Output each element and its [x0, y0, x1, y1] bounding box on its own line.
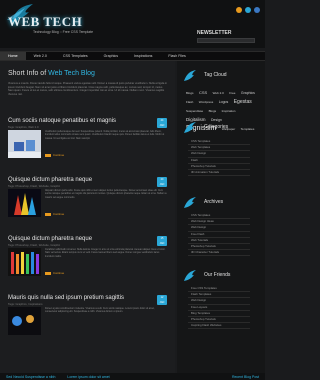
archive-link[interactable]: 3D Character Tutorials: [188, 250, 250, 257]
tag-link[interactable]: Blogs: [209, 109, 217, 113]
post-date-badge: 12 JAN: [157, 295, 167, 305]
post-date-badge: 20 JAN: [157, 177, 167, 187]
header: WEB TECH Technology Blog :: Free CSS Tem…: [0, 0, 265, 48]
post-date-month: JAN: [159, 242, 165, 245]
footer: Sed Neccid Suspendisse a nibh Lorem ipsu…: [0, 373, 265, 380]
blog-post: Cum sociis natoque penatibus et magnis T…: [8, 118, 168, 158]
categories-title: Categories: [204, 124, 229, 130]
post-thumbnail[interactable]: [8, 130, 41, 158]
blog-post: Quisque dictum pharetra neque Tags: Phot…: [8, 236, 168, 276]
site-logo[interactable]: WEB TECH: [8, 14, 82, 30]
post-thumbnail[interactable]: [8, 189, 41, 217]
intro-text: Vivamus a mauris. Donec iaculis felis id…: [8, 82, 168, 96]
main-nav: Home Web 2.0 CSS Templates Graphics Insp…: [0, 51, 265, 61]
tag-link[interactable]: Logos: [219, 100, 229, 104]
post-meta: Tags: Graphics, Web 2.0: [8, 125, 39, 129]
nav-inspirations[interactable]: Inspirations: [126, 52, 160, 60]
tag-link[interactable]: Inspiration: [222, 109, 236, 113]
footer-link[interactable]: Sed Neccid Suspendisse a nibh: [0, 375, 61, 379]
footer-link[interactable]: Recent Blog Post: [226, 375, 265, 379]
nav-css-templates[interactable]: CSS Templates: [55, 52, 96, 60]
tag-link[interactable]: Web 2.0: [213, 91, 224, 95]
tag-link[interactable]: Wordpress: [199, 100, 213, 104]
friends-title: Our Friends: [204, 272, 231, 278]
nav-home[interactable]: Home: [0, 52, 26, 60]
read-more-link[interactable]: Continue: [45, 271, 64, 275]
tag-link[interactable]: Blogs: [186, 91, 194, 95]
categories-list: CSS Templates Web Templates Web Design F…: [188, 139, 250, 177]
archives-list: CSS Templates Web Design Ideas Web Desig…: [188, 213, 250, 257]
tag-link[interactable]: CSS: [199, 90, 207, 95]
post-excerpt: Curabitur sollicitudin sit amet. Nulla l…: [45, 248, 166, 258]
newsletter-title: NEWSLETTER: [197, 30, 232, 36]
tag-link[interactable]: Free: [229, 91, 235, 95]
post-meta: Tags: Photoshop, Flash, Website, Graphic: [8, 184, 61, 188]
friend-link[interactable]: Inspiring Flash Websites: [188, 323, 250, 330]
post-excerpt: Vestibulum pellentesque dui sed. Suspend…: [45, 130, 165, 140]
post-thumbnail[interactable]: [8, 307, 41, 335]
read-more-link[interactable]: Continue: [45, 212, 64, 216]
post-title[interactable]: Mauris quis nulla sed ipsum pretium sagi…: [8, 295, 168, 301]
swirl-icon: [184, 197, 196, 208]
category-link[interactable]: 3D Animation Tutorials: [188, 170, 250, 177]
tag-link[interactable]: Flash: [186, 100, 193, 104]
mail-icon[interactable]: [254, 7, 260, 13]
categories-heading: Categories: [183, 121, 263, 135]
post-title[interactable]: Cum sociis natoque penatibus et magnis: [8, 118, 168, 124]
intro-title-highlight: Web Tech Blog: [48, 70, 95, 77]
post-thumbnail[interactable]: [8, 248, 41, 276]
post-meta: Tags: Graphics, Inspirations: [8, 302, 43, 306]
site-tagline: Technology Blog :: Free CSS Template: [33, 30, 94, 34]
nav-web20[interactable]: Web 2.0: [26, 52, 55, 60]
post-title[interactable]: Quisque dictum pharetra neque: [8, 177, 168, 183]
read-more-link[interactable]: Continue: [45, 153, 64, 157]
tag-link[interactable]: Graphics: [241, 91, 255, 95]
nav-graphics[interactable]: Graphics: [96, 52, 126, 60]
globe-icon[interactable]: [245, 7, 251, 13]
tag-link[interactable]: Egestas: [234, 99, 252, 105]
archives-title: Archives: [204, 199, 224, 205]
blog-post: Quisque dictum pharetra neque Tags: Phot…: [8, 177, 168, 217]
footer-link[interactable]: Lorem ipsum dolor sit amet: [61, 375, 115, 379]
rss-icon[interactable]: [236, 7, 242, 13]
swirl-icon: [184, 270, 196, 281]
post-date-month: JAN: [159, 301, 165, 304]
tag-link[interactable]: Suspendisse: [186, 109, 203, 113]
intro-title: Short Info of Web Tech Blog: [8, 70, 95, 77]
post-excerpt: Aliquam dictum porta odio. Fusce quis ni…: [45, 189, 167, 199]
tag-cloud-title: Tag Cloud: [204, 72, 227, 78]
post-title[interactable]: Quisque dictum pharetra neque: [8, 236, 168, 242]
post-date-badge: 15 JAN: [157, 236, 167, 246]
intro-title-prefix: Short Info of: [8, 70, 49, 77]
post-meta: Tags: Photoshop, Flash, Website, Graphic: [8, 243, 61, 247]
post-date-badge: 24 JAN: [157, 118, 167, 128]
friends-heading: Our Friends: [183, 269, 263, 283]
newsletter-email-input[interactable]: [197, 38, 255, 43]
blog-post: Mauris quis nulla sed ipsum pretium sagi…: [8, 295, 168, 335]
friends-list: Free CSS Templates Flash Templates Web D…: [188, 286, 250, 330]
post-date-month: JAN: [159, 124, 165, 127]
archives-heading: Archives: [183, 196, 263, 210]
top-icons: [236, 7, 260, 13]
post-date-month: JAN: [159, 183, 165, 186]
nav-flash-files[interactable]: Flash Files: [160, 52, 193, 60]
post-excerpt: Donec a justo condimentum molestie. Viva…: [45, 307, 155, 314]
swirl-icon: [184, 122, 196, 133]
